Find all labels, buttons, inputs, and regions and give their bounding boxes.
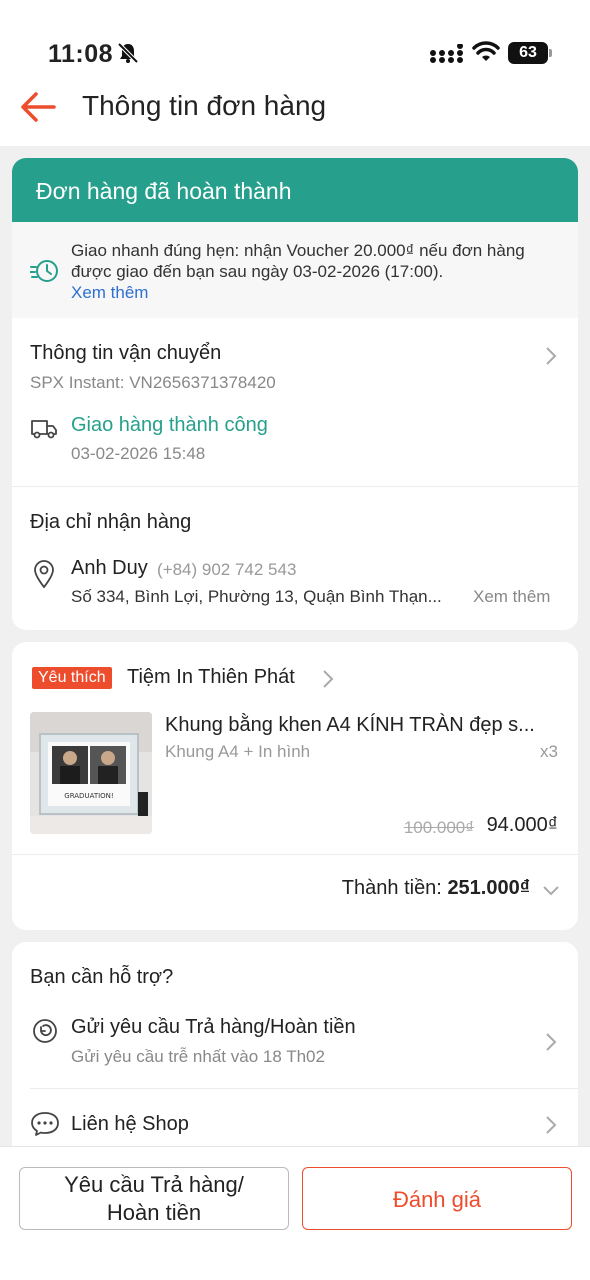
chevron-right-icon <box>546 347 557 365</box>
chevron-right-icon <box>323 670 334 688</box>
shipping-title: Thông tin vận chuyển <box>30 342 222 364</box>
support-title: Bạn cần hỗ trợ? <box>30 966 174 988</box>
shop-product-card: Yêu thích Tiệm In Thiên Phát GRADUATION!… <box>12 642 578 930</box>
battery-level: 63 <box>508 42 548 64</box>
product-image-caption: GRADUATION! <box>64 792 113 800</box>
address-section: Địa chỉ nhận hàng Anh Duy (+84) 902 742 … <box>12 487 578 630</box>
bottom-action-bar: Yêu cầu Trả hàng/ Hoàn tiền Đánh giá <box>0 1146 590 1280</box>
chevron-right-icon <box>546 1116 557 1134</box>
product-name: Khung bằng khen A4 KÍNH TRÀN đẹp s... <box>165 714 535 736</box>
product-variant: Khung A4 + In hình <box>165 742 311 761</box>
chevron-down-icon <box>543 886 559 896</box>
return-request-item[interactable]: Gửi yêu cầu Trả hàng/Hoàn tiền Gửi yêu c… <box>12 1008 578 1088</box>
return-refund-button[interactable]: Yêu cầu Trả hàng/ Hoàn tiền <box>19 1167 289 1230</box>
address-see-more[interactable]: Xem thêm <box>473 587 550 607</box>
product-quantity: x3 <box>540 742 558 761</box>
shipping-section[interactable]: Thông tin vận chuyển SPX Instant: VN2656… <box>12 318 578 486</box>
order-total-label: Thành tiền: <box>341 877 442 899</box>
return-icon <box>33 1019 57 1043</box>
chat-bubble-icon <box>31 1112 59 1136</box>
shop-header[interactable]: Yêu thích Tiệm In Thiên Phát <box>12 642 578 706</box>
location-pin-icon <box>34 560 54 589</box>
order-total-row[interactable]: Thành tiền: 251.000₫ <box>12 855 578 930</box>
rate-button-label: Đánh giá <box>392 1187 482 1212</box>
battery-icon: 63 <box>508 42 552 64</box>
rate-button[interactable]: Đánh giá <box>302 1167 572 1230</box>
address-line: Số 334, Bình Lợi, Phường 13, Quận Bình T… <box>71 587 442 606</box>
shipping-time: 03-02-2026 15:48 <box>71 444 206 463</box>
voucher-notice-text: Giao nhanh đúng hẹn: nhận Voucher 20.000… <box>71 241 525 281</box>
status-bar: 11:08 63 <box>0 0 590 80</box>
return-refund-label-line2: Hoàn tiền <box>106 1200 202 1225</box>
shipping-carrier: SPX Instant: VN2656371378420 <box>30 373 276 392</box>
recipient-name: Anh Duy <box>71 557 148 579</box>
chevron-right-icon <box>546 1033 557 1051</box>
order-info-card: Đơn hàng đã hoàn thành Giao nhanh đúng h… <box>12 158 578 630</box>
wifi-icon <box>472 41 500 61</box>
shipping-status: Giao hàng thành công <box>71 414 268 436</box>
product-image: GRADUATION! <box>30 712 152 834</box>
fast-delivery-clock-icon <box>30 260 58 282</box>
order-status-banner: Đơn hàng đã hoàn thành <box>12 158 578 222</box>
address-title: Địa chỉ nhận hàng <box>30 511 192 533</box>
return-refund-label-line1: Yêu cầu Trả hàng/ <box>64 1172 244 1197</box>
back-arrow-icon[interactable] <box>18 90 58 124</box>
recipient-phone: (+84) 902 742 543 <box>157 560 297 579</box>
voucher-see-more-link[interactable]: Xem thêm <box>71 283 148 302</box>
order-total-value: 251.000₫ <box>447 877 530 899</box>
voucher-notice: Giao nhanh đúng hẹn: nhận Voucher 20.000… <box>12 222 578 318</box>
truck-icon <box>31 420 57 439</box>
product-price: 94.000₫ <box>486 814 558 836</box>
signal-icon <box>430 44 463 63</box>
product-old-price: 100.000₫ <box>403 818 474 837</box>
shop-name: Tiệm In Thiên Phát <box>127 666 295 688</box>
contact-shop-label: Liên hệ Shop <box>71 1113 189 1135</box>
bell-muted-icon <box>117 42 139 64</box>
product-item[interactable]: GRADUATION! Khung bằng khen A4 KÍNH TRÀN… <box>12 706 578 854</box>
support-card: Bạn cần hỗ trợ? Gửi yêu cầu Trả hàng/Hoà… <box>12 942 578 1162</box>
return-request-deadline: Gửi yêu cầu trễ nhất vào 18 Th02 <box>71 1047 325 1066</box>
app-bar: Thông tin đơn hàng <box>0 80 590 146</box>
order-status-title: Đơn hàng đã hoàn thành <box>36 178 292 204</box>
return-request-title: Gửi yêu cầu Trả hàng/Hoàn tiền <box>71 1016 356 1038</box>
status-time: 11:08 <box>48 40 114 68</box>
page-title: Thông tin đơn hàng <box>82 90 327 121</box>
favorite-badge: Yêu thích <box>32 667 112 689</box>
